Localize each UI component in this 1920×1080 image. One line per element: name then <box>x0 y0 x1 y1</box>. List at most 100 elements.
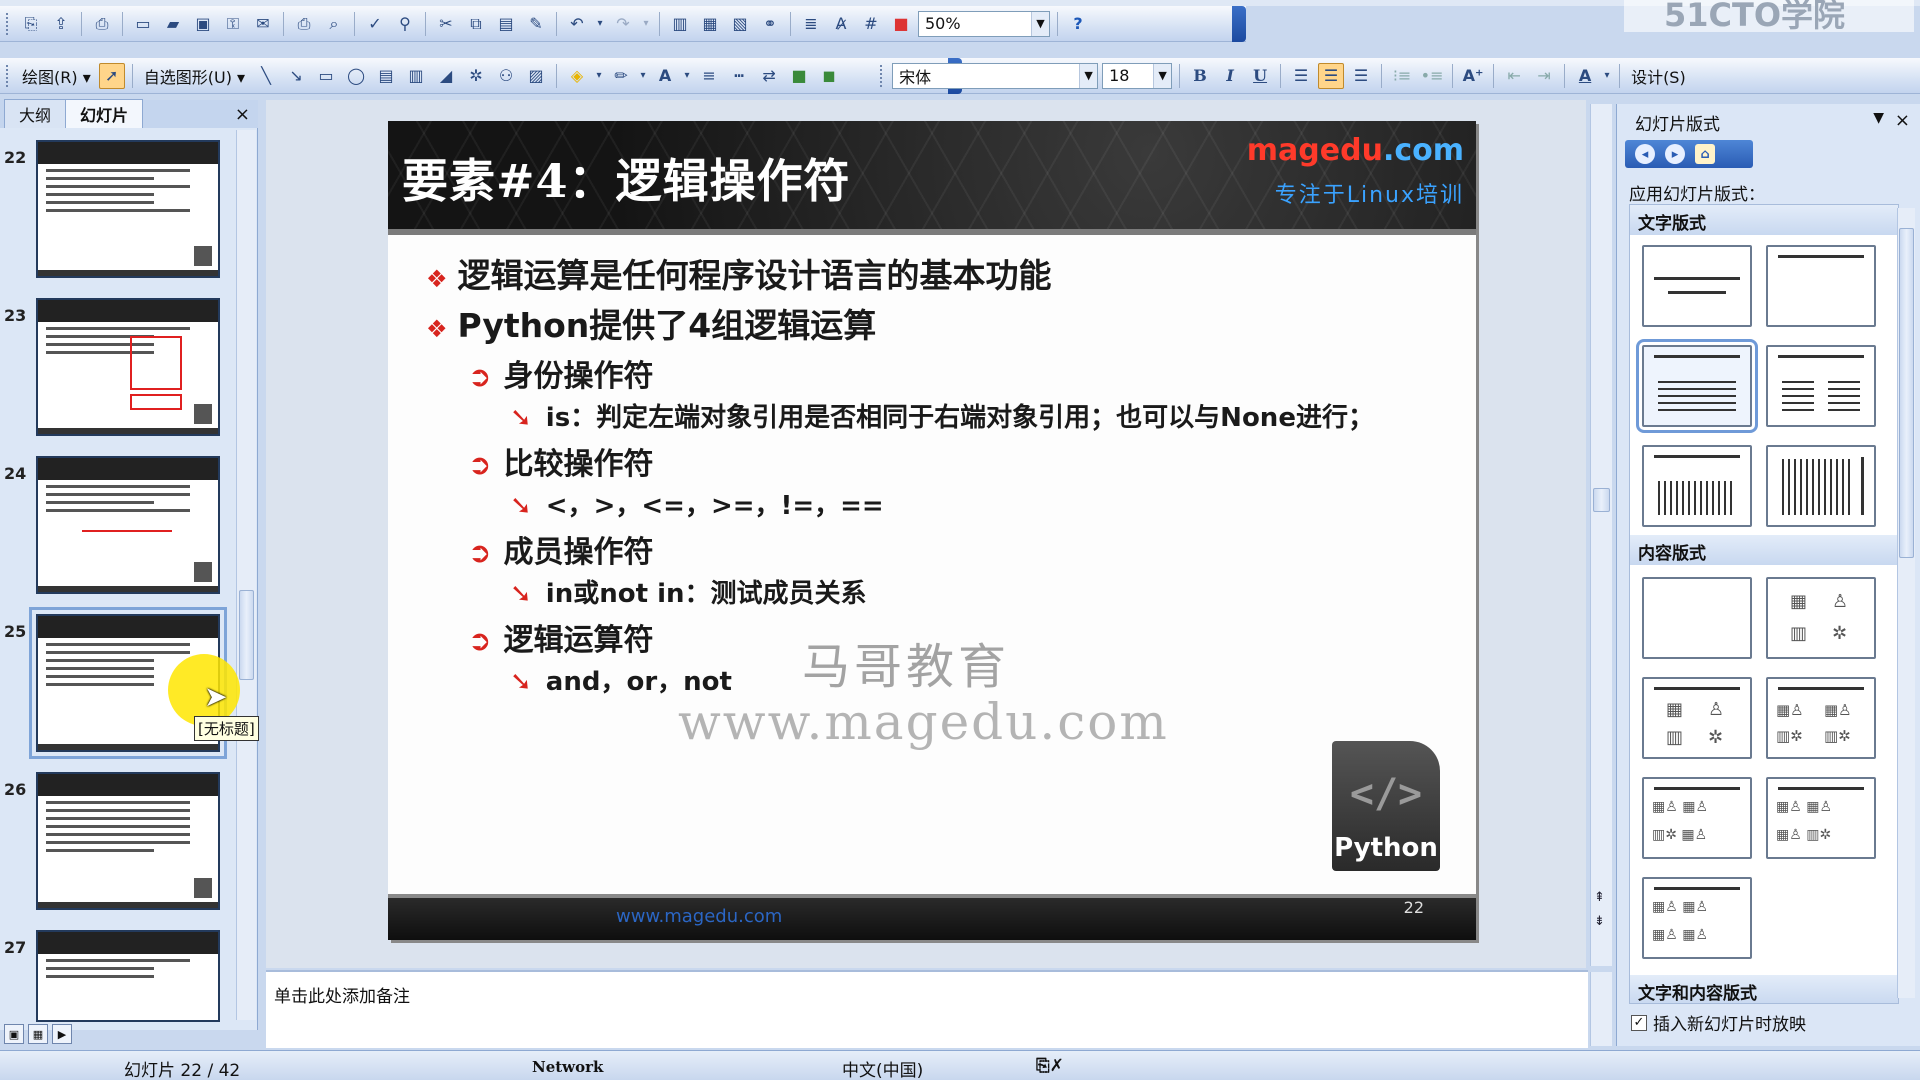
layout-title-two-column-text[interactable] <box>1766 345 1876 427</box>
increase-indent-icon[interactable]: ⇥ <box>1531 63 1557 89</box>
tab-outline[interactable]: 大纲 <box>4 99 67 128</box>
cut-icon[interactable]: ✂ <box>433 11 459 37</box>
toolbar-grip[interactable] <box>6 12 10 35</box>
expand-all-icon[interactable]: ≣ <box>798 11 824 37</box>
print-icon[interactable]: ⎙ <box>291 11 317 37</box>
underline-button[interactable]: U <box>1247 63 1273 89</box>
pdf-export-icon[interactable]: ⎙ <box>89 11 115 37</box>
scrollbar-thumb[interactable] <box>1593 488 1610 512</box>
spelling-icon[interactable]: ✓ <box>362 11 388 37</box>
font-color-dropdown-icon[interactable]: ▾ <box>1602 63 1612 89</box>
checkbox[interactable]: ✓ <box>1631 1014 1647 1031</box>
layout-title-two-over-content[interactable]: ▦♙ ▦♙ ▦♙ ▥✲ <box>1766 777 1876 859</box>
italic-button[interactable]: I <box>1217 63 1243 89</box>
paste-icon[interactable]: ▤ <box>493 11 519 37</box>
layout-title-four-content[interactable]: ▦♙ ▦♙ ▦♙ ▦♙ <box>1642 877 1752 959</box>
font-color-icon[interactable]: A <box>1572 63 1598 89</box>
thumbnail-image[interactable] <box>36 456 220 594</box>
thumbnail-image[interactable] <box>36 298 220 436</box>
3d-style-icon[interactable]: ◼ <box>816 63 842 89</box>
spelling-status-icon[interactable]: ⎘✗ <box>1036 1056 1064 1076</box>
vertical-textbox-icon[interactable]: ▥ <box>403 63 429 89</box>
forward-icon[interactable]: ▸ <box>1665 144 1685 164</box>
notes-scrollbar[interactable] <box>1590 972 1612 1046</box>
close-icon[interactable]: × <box>235 104 250 125</box>
color-grayscale-icon[interactable]: ■ <box>888 11 914 37</box>
font-color-icon[interactable]: A <box>652 63 678 89</box>
bullet-l2[interactable]: ➲ 逻辑运算符 <box>468 615 653 659</box>
arrow-style-icon[interactable]: ⇄ <box>756 63 782 89</box>
editor-scrollbar[interactable]: ⇞ ⇟ <box>1590 104 1612 966</box>
fill-color-icon[interactable]: ◈ <box>564 63 590 89</box>
clipart-icon[interactable]: ⚇ <box>493 63 519 89</box>
font-color-dropdown-icon[interactable]: ▾ <box>682 63 692 89</box>
picture-icon[interactable]: ▨ <box>523 63 549 89</box>
layout-title-slide[interactable] <box>1642 245 1752 327</box>
pdf-convert-icon[interactable]: ⇪ <box>48 11 74 37</box>
next-slide-icon[interactable]: ⇟ <box>1594 914 1605 929</box>
chevron-down-icon[interactable]: ▼ <box>1153 63 1172 88</box>
toolbar-grip[interactable] <box>6 64 10 87</box>
layout-title-and-text[interactable] <box>1636 339 1758 433</box>
insert-table-icon[interactable]: ▦ <box>697 11 723 37</box>
bullet-l1[interactable]: ❖ Python提供了4组逻辑运算 <box>426 299 876 347</box>
slide-title[interactable]: 要素#4：逻辑操作符 <box>402 145 851 211</box>
bullet-l1[interactable]: ❖ 逻辑运算是任何程序设计语言的基本功能 <box>426 249 1052 297</box>
bullet-l2[interactable]: ➲ 成员操作符 <box>468 527 653 571</box>
show-grid-icon[interactable]: # <box>858 11 884 37</box>
textbox-icon[interactable]: ▤ <box>373 63 399 89</box>
autoshapes-menu[interactable]: 自选图形(U) ▾ <box>140 64 249 88</box>
line-color-icon[interactable]: ✏ <box>608 63 634 89</box>
back-icon[interactable]: ◂ <box>1635 144 1655 164</box>
bullets-icon[interactable]: •≡ <box>1419 63 1445 89</box>
design-button[interactable]: 设计(S) <box>1627 64 1690 88</box>
draw-menu[interactable]: 绘图(R) ▾ <box>18 64 95 88</box>
open-icon[interactable]: ▰ <box>160 11 186 37</box>
toolbar-options-icon[interactable] <box>1232 6 1246 42</box>
help-icon[interactable]: ? <box>1065 11 1091 37</box>
slideshow-icon[interactable]: ▶ <box>52 1024 72 1044</box>
chevron-down-icon[interactable]: ▼ <box>1873 110 1884 126</box>
layout-gallery-scrollbar[interactable] <box>1897 208 1915 998</box>
undo-icon[interactable]: ↶ <box>564 11 590 37</box>
format-painter-icon[interactable]: ✎ <box>523 11 549 37</box>
undo-dropdown-icon[interactable]: ▾ <box>594 11 606 37</box>
layout-title-two-content[interactable]: ▦♙ ▦♙ ▥✲ ▥✲ <box>1766 677 1876 759</box>
research-icon[interactable]: ⚲ <box>392 11 418 37</box>
pdf-icon[interactable]: ⎘ <box>18 11 44 37</box>
thumbnail-image[interactable] <box>36 140 220 278</box>
select-pointer-icon[interactable]: ➚ <box>98 62 125 89</box>
line-color-dropdown-icon[interactable]: ▾ <box>638 63 648 89</box>
redo-icon[interactable]: ↷ <box>610 11 636 37</box>
tables-borders-icon[interactable]: ▧ <box>727 11 753 37</box>
bullet-l2[interactable]: ➲ 比较操作符 <box>468 439 653 483</box>
align-right-icon[interactable]: ☰ <box>1348 63 1374 89</box>
notes-placeholder[interactable]: 单击此处添加备注 <box>274 982 410 1007</box>
thumbnails-scrollbar[interactable] <box>236 130 256 1020</box>
show-on-insert-checkbox[interactable]: ✓ 插入新幻灯片时放映 <box>1631 1010 1806 1035</box>
decrease-indent-icon[interactable]: ⇤ <box>1501 63 1527 89</box>
current-slide[interactable]: 要素#4：逻辑操作符 magedu.com 专注于Linux培训 ❖ 逻辑运算是任… <box>388 121 1476 940</box>
align-center-icon[interactable]: ☰ <box>1318 62 1345 89</box>
font-size-combo[interactable]: 18 ▼ <box>1102 62 1173 89</box>
oval-icon[interactable]: ◯ <box>343 63 369 89</box>
normal-view-icon[interactable]: ▣ <box>4 1024 24 1044</box>
scrollbar-thumb[interactable] <box>239 590 254 680</box>
layout-vertical-text[interactable] <box>1642 445 1752 527</box>
layout-title-content-over-two[interactable]: ▦♙ ▦♙ ▥✲ ▦♙ <box>1642 777 1752 859</box>
layout-title-and-content[interactable]: ▦ ♙ ▥ ✲ <box>1642 677 1752 759</box>
bold-button[interactable]: B <box>1187 63 1213 89</box>
new-icon[interactable]: ▭ <box>130 11 156 37</box>
tab-slides[interactable]: 幻灯片 <box>65 99 144 128</box>
numbering-icon[interactable]: ⁝≡ <box>1389 63 1415 89</box>
line-icon[interactable]: ╲ <box>253 63 279 89</box>
close-icon[interactable]: × <box>1895 110 1910 131</box>
toolbar-grip[interactable] <box>880 64 884 87</box>
notes-pane[interactable]: 单击此处添加备注 <box>266 970 1588 1048</box>
previous-slide-icon[interactable]: ⇞ <box>1594 890 1605 905</box>
email-icon[interactable]: ✉ <box>250 11 276 37</box>
home-icon[interactable]: ⌂ <box>1695 144 1715 164</box>
zoom-combo[interactable]: 50% ▼ <box>918 10 1050 37</box>
slide-sorter-icon[interactable]: ▦ <box>28 1024 48 1044</box>
arrow-icon[interactable]: ↘ <box>283 63 309 89</box>
